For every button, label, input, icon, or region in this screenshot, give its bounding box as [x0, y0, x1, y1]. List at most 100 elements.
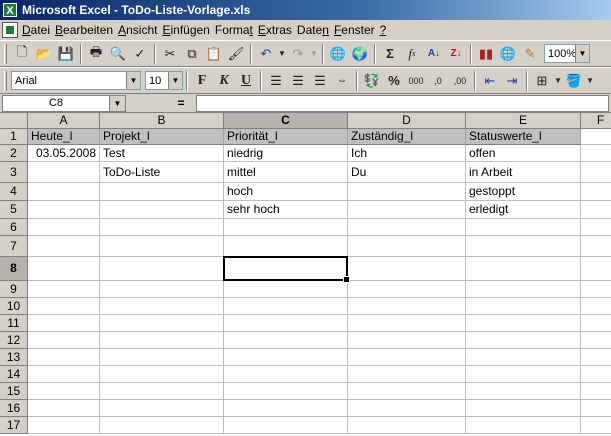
print-preview-icon[interactable]: 🔍	[107, 43, 129, 65]
cell-c5[interactable]: sehr hoch	[224, 201, 348, 219]
thousands-separator-button[interactable]: 000	[405, 70, 427, 92]
cut-icon[interactable]: ✂	[159, 43, 181, 65]
italic-button[interactable]: K	[213, 70, 235, 92]
cell-b11[interactable]	[100, 315, 224, 332]
cell-a10[interactable]	[28, 298, 100, 315]
cell-e16[interactable]	[466, 400, 581, 417]
chevron-down-icon[interactable]: ▼	[110, 94, 126, 112]
column-header-b[interactable]: B	[100, 113, 224, 129]
cell-d15[interactable]	[348, 383, 466, 400]
column-header-f[interactable]: F	[581, 113, 611, 129]
cell-b3[interactable]: ToDo-Liste	[100, 162, 224, 183]
select-all-corner[interactable]	[0, 113, 28, 129]
row-header-13[interactable]: 13	[0, 349, 28, 366]
paste-icon[interactable]: 📋	[203, 43, 225, 65]
cell-e4[interactable]: gestoppt	[466, 183, 581, 201]
cell-c17[interactable]	[224, 417, 348, 434]
column-header-a[interactable]: A	[28, 113, 100, 129]
formula-equals-button[interactable]: =	[166, 96, 196, 110]
cell-f10[interactable]	[581, 298, 611, 315]
column-header-e[interactable]: E	[466, 113, 581, 129]
menu-format[interactable]: Format	[215, 21, 258, 39]
menu-daten[interactable]: Daten	[297, 21, 334, 39]
cell-e17[interactable]	[466, 417, 581, 434]
row-header-9[interactable]: 9	[0, 281, 28, 298]
cell-a4[interactable]	[28, 183, 100, 201]
cell-a1[interactable]: Heute_l	[28, 129, 100, 145]
row-header-8[interactable]: 8	[0, 257, 28, 281]
row-header-10[interactable]: 10	[0, 298, 28, 315]
cell-b16[interactable]	[100, 400, 224, 417]
menu-help[interactable]: ?	[380, 21, 392, 39]
cell-a6[interactable]	[28, 219, 100, 236]
row-header-4[interactable]: 4	[0, 183, 28, 201]
undo-icon[interactable]: ↶	[255, 43, 277, 65]
autosum-icon[interactable]: Σ	[379, 43, 401, 65]
row-header-5[interactable]: 5	[0, 201, 28, 219]
cell-d3[interactable]: Du	[348, 162, 466, 183]
web-toolbar-icon[interactable]: 🌍	[349, 43, 371, 65]
cell-e7[interactable]	[466, 236, 581, 257]
chevron-down-icon[interactable]: ▼	[575, 45, 589, 62]
cell-d17[interactable]	[348, 417, 466, 434]
workbook-icon[interactable]	[2, 22, 18, 38]
row-header-15[interactable]: 15	[0, 383, 28, 400]
drawing-icon[interactable]: ✎	[519, 43, 541, 65]
cell-f5[interactable]	[581, 201, 611, 219]
row-header-3[interactable]: 3	[0, 162, 28, 183]
row-header-1[interactable]: 1	[0, 129, 28, 145]
undo-dropdown-icon[interactable]: ▼	[277, 43, 287, 65]
insert-function-icon[interactable]: fx	[401, 43, 423, 65]
underline-button[interactable]: U	[235, 70, 257, 92]
menu-fenster[interactable]: Fenster	[334, 21, 380, 39]
fill-color-dropdown-icon[interactable]: ▼	[585, 70, 595, 92]
cell-c7[interactable]	[224, 236, 348, 257]
cell-b13[interactable]	[100, 349, 224, 366]
cell-c14[interactable]	[224, 366, 348, 383]
cell-d2[interactable]: Ich	[348, 145, 466, 162]
cell-b5[interactable]	[100, 201, 224, 219]
cell-c13[interactable]	[224, 349, 348, 366]
cell-a3[interactable]	[28, 162, 100, 183]
cell-f17[interactable]	[581, 417, 611, 434]
increase-indent-icon[interactable]: ⇥	[501, 70, 523, 92]
cell-e5[interactable]: erledigt	[466, 201, 581, 219]
bold-button[interactable]: F	[191, 70, 213, 92]
column-header-c[interactable]: C	[224, 113, 348, 129]
decrease-decimal-icon[interactable]: ,00	[449, 70, 471, 92]
cell-a17[interactable]	[28, 417, 100, 434]
cell-c15[interactable]	[224, 383, 348, 400]
cell-d5[interactable]	[348, 201, 466, 219]
chart-wizard-icon[interactable]: ▮▮	[475, 43, 497, 65]
spellcheck-icon[interactable]: ✓	[129, 43, 151, 65]
cell-b1[interactable]: Projekt_l	[100, 129, 224, 145]
cell-d8[interactable]	[348, 257, 466, 281]
toolbar-grip[interactable]	[4, 70, 7, 91]
cell-b2[interactable]: Test	[100, 145, 224, 162]
menu-bearbeiten[interactable]: Bearbeiten	[55, 21, 118, 39]
cell-e14[interactable]	[466, 366, 581, 383]
cell-e1[interactable]: Statuswerte_l	[466, 129, 581, 145]
cell-b10[interactable]	[100, 298, 224, 315]
cell-d7[interactable]	[348, 236, 466, 257]
cell-f3[interactable]	[581, 162, 611, 183]
insert-hyperlink-icon[interactable]: 🌐	[327, 43, 349, 65]
format-painter-icon[interactable]: 🖌	[225, 43, 247, 65]
copy-icon[interactable]: ⧉	[181, 43, 203, 65]
save-icon[interactable]: 💾	[55, 43, 77, 65]
cell-a8[interactable]	[28, 257, 100, 281]
cell-f1[interactable]	[581, 129, 611, 145]
cell-a9[interactable]	[28, 281, 100, 298]
cell-e12[interactable]	[466, 332, 581, 349]
cell-a16[interactable]	[28, 400, 100, 417]
chevron-down-icon[interactable]: ▼	[168, 72, 182, 89]
cell-a15[interactable]	[28, 383, 100, 400]
sort-descending-icon[interactable]: Z↓	[445, 43, 467, 65]
menu-datei[interactable]: Datei	[22, 21, 55, 39]
cell-d11[interactable]	[348, 315, 466, 332]
menu-ansicht[interactable]: Ansicht	[118, 21, 162, 39]
map-icon[interactable]: 🌐	[497, 43, 519, 65]
cell-b15[interactable]	[100, 383, 224, 400]
cell-d4[interactable]	[348, 183, 466, 201]
increase-decimal-icon[interactable]: ,0	[427, 70, 449, 92]
